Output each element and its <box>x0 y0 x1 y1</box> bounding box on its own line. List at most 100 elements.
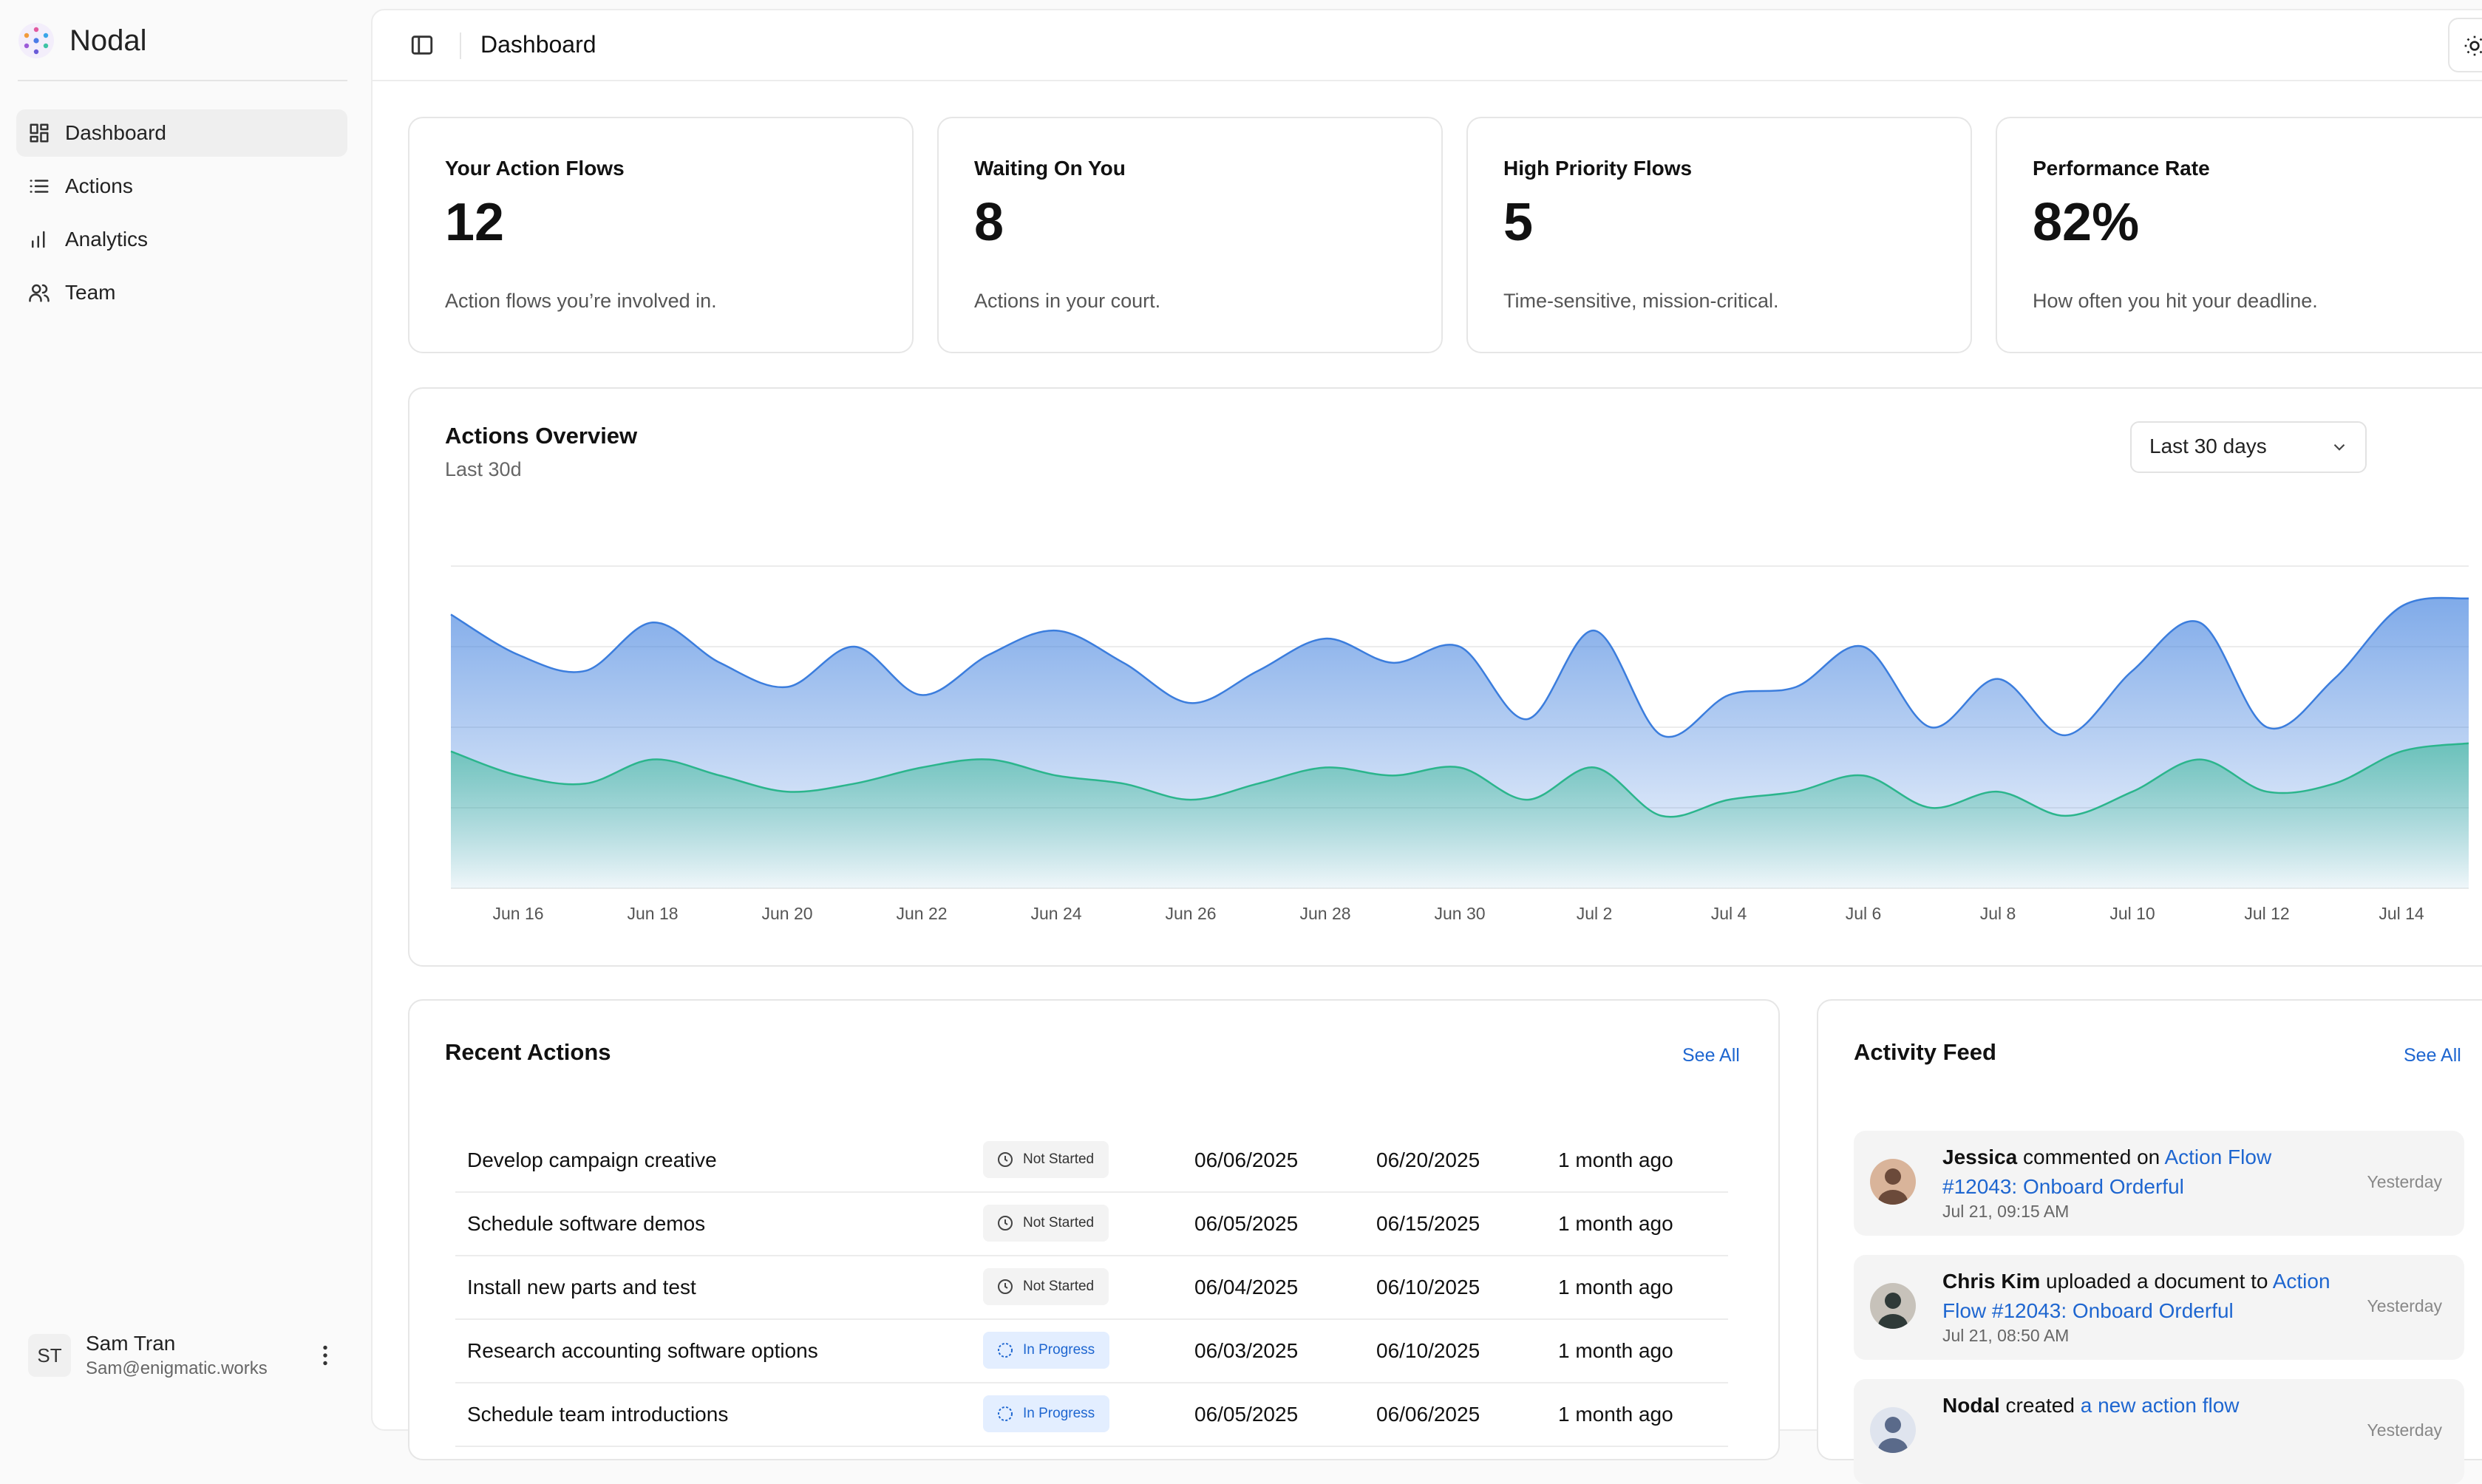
topbar-separator <box>460 33 461 59</box>
bar-chart-icon <box>32 231 45 248</box>
feed-verb: created <box>1999 1394 2081 1417</box>
sidebar-divider <box>18 80 347 81</box>
action-name: Schedule team introductions <box>467 1403 729 1426</box>
see-all-link[interactable]: See All <box>1682 1045 1740 1066</box>
stat-card-high-priority: High Priority Flows 5 Time-sensitive, mi… <box>1466 117 1972 353</box>
list-icon <box>30 180 49 193</box>
theme-toggle-button[interactable] <box>2448 18 2482 72</box>
start-date: 06/05/2025 <box>1194 1403 1299 1426</box>
sun-icon <box>2464 35 2482 56</box>
area-chart: Jun 16 Jun 18 Jun 20 Jun 22 Jun 24 Jun 26 Jun … <box>450 565 2469 923</box>
feed-verb: uploaded a document to <box>2040 1270 2273 1293</box>
start-date: 06/05/2025 <box>1194 1212 1299 1235</box>
status-badge: Not Started <box>983 1268 1109 1305</box>
feed-relative-time: Yesterday <box>2367 1420 2442 1440</box>
actions-overview-card: Actions Overview Last 30d Last 30 days J… <box>408 387 2482 967</box>
table-row[interactable]: Schedule software demos Not Started 06/05/… <box>455 1191 1728 1256</box>
feed-relative-time: Yesterday <box>2367 1296 2442 1315</box>
activity-feed-card: Activity Feed See All Jessica commented … <box>1817 999 2482 1484</box>
stat-value: 8 <box>974 193 1004 252</box>
clock-icon <box>998 1279 1013 1294</box>
status-label: Not Started <box>1023 1151 1095 1167</box>
user-email: Sam@enigmatic.works <box>86 1358 268 1378</box>
action-name: Schedule software demos <box>467 1212 706 1235</box>
see-all-link[interactable]: See All <box>2404 1045 2461 1066</box>
sidebar-item-label: Actions <box>65 174 133 197</box>
avatar: ST <box>28 1334 71 1377</box>
start-date: 06/06/2025 <box>1194 1148 1299 1171</box>
status-badge: Not Started <box>983 1141 1109 1178</box>
status-badge: In Progress <box>983 1395 1110 1432</box>
sidebar-toggle-icon[interactable] <box>409 33 435 58</box>
updated-ago: 1 month ago <box>1558 1212 1673 1235</box>
updated-ago: 1 month ago <box>1558 1403 1673 1426</box>
clock-icon <box>998 1152 1013 1167</box>
status-badge: Not Started <box>983 1205 1109 1242</box>
sidebar-item-label: Analytics <box>65 228 149 251</box>
table-row[interactable]: Research accounting software options In P… <box>455 1318 1728 1383</box>
page-title: Dashboard <box>480 31 596 58</box>
table-row[interactable]: Develop campaign creative Not Started 06/0… <box>455 1128 1728 1193</box>
x-tick-label: Jun 20 <box>761 904 812 923</box>
clock-icon <box>998 1216 1013 1231</box>
stat-title: Waiting On You <box>974 157 1126 180</box>
due-date: 06/10/2025 <box>1376 1276 1480 1298</box>
stat-description: Action flows you’re involved in. <box>445 290 717 312</box>
status-label: In Progress <box>1023 1406 1095 1421</box>
x-tick-label: Jul 12 <box>2244 904 2289 923</box>
stat-value: 82% <box>2033 193 2140 252</box>
status-label: In Progress <box>1023 1342 1095 1358</box>
more-vertical-icon[interactable] <box>312 1342 339 1369</box>
feed-item[interactable]: Jessica commented on Action Flow #12043:… <box>1854 1131 2464 1236</box>
stat-card-performance: Performance Rate 82% How often you hit y… <box>1996 117 2482 353</box>
x-tick-label: Jun 18 <box>627 904 678 923</box>
feed-text: Jessica commented on Action Flow #12043:… <box>1942 1143 2342 1202</box>
x-tick-label: Jun 30 <box>1434 904 1485 923</box>
avatar <box>1870 1283 1916 1329</box>
stat-title: Your Action Flows <box>445 157 625 180</box>
stat-value: 12 <box>445 193 505 252</box>
recent-actions-card: Recent Actions See All Develop campaign … <box>408 999 1780 1460</box>
action-name: Develop campaign creative <box>467 1148 717 1171</box>
sidebar-item-label: Team <box>65 281 116 304</box>
main-panel: Dashboard Your Action Flows 12 Action fl… <box>371 9 2482 1484</box>
x-tick-label: Jun 16 <box>492 904 543 923</box>
table-row[interactable]: Schedule team introductions In Progress 06… <box>455 1382 1728 1447</box>
sidebar: Nodal Dashboard Actions Analytics Team S… <box>0 0 370 1412</box>
user-name: Sam Tran <box>86 1332 176 1355</box>
sidebar-item-actions[interactable]: Actions <box>16 163 347 210</box>
sidebar-item-dashboard[interactable]: Dashboard <box>16 109 347 157</box>
start-date: 06/03/2025 <box>1194 1339 1299 1362</box>
feed-item[interactable]: Nodal created a new action flow Yesterday <box>1854 1379 2464 1484</box>
updated-ago: 1 month ago <box>1558 1276 1673 1298</box>
stat-description: Time-sensitive, mission-critical. <box>1503 290 1779 312</box>
x-tick-label: Jun 22 <box>896 904 947 923</box>
sidebar-item-team[interactable]: Team <box>16 269 347 316</box>
start-date: 06/04/2025 <box>1194 1276 1299 1298</box>
sidebar-item-analytics[interactable]: Analytics <box>16 216 347 263</box>
nodal-logo-icon <box>18 23 54 58</box>
user-profile[interactable]: ST Sam Tran Sam@enigmatic.works <box>28 1329 339 1382</box>
table-row[interactable]: Install new parts and test Not Started 06/… <box>455 1255 1728 1320</box>
x-tick-label: Jun 24 <box>1030 904 1081 923</box>
status-label: Not Started <box>1023 1279 1095 1294</box>
stat-title: High Priority Flows <box>1503 157 1693 180</box>
stat-description: How often you hit your deadline. <box>2033 290 2318 312</box>
feed-actor: Jessica <box>1942 1146 2018 1168</box>
due-date: 06/06/2025 <box>1376 1403 1480 1426</box>
feed-text: Chris Kim uploaded a document to Action … <box>1942 1267 2342 1326</box>
feed-timestamp: Jul 21, 08:50 AM <box>1942 1326 2070 1345</box>
x-tick-label: Jun 26 <box>1165 904 1216 923</box>
x-tick-label: Jun 28 <box>1299 904 1350 923</box>
feed-target-link[interactable]: a new action flow <box>2081 1394 2240 1417</box>
feed-relative-time: Yesterday <box>2367 1172 2442 1191</box>
stat-card-action-flows: Your Action Flows 12 Action flows you’re… <box>408 117 914 353</box>
in-progress-icon <box>998 1406 1013 1421</box>
dashboard-icon <box>30 123 49 143</box>
feed-text: Nodal created a new action flow <box>1942 1391 2342 1420</box>
brand[interactable]: Nodal <box>18 22 147 59</box>
due-date: 06/10/2025 <box>1376 1339 1480 1362</box>
feed-item[interactable]: Chris Kim uploaded a document to Action … <box>1854 1255 2464 1360</box>
in-progress-icon <box>998 1343 1013 1358</box>
x-tick-label: Jul 4 <box>1711 904 1747 923</box>
